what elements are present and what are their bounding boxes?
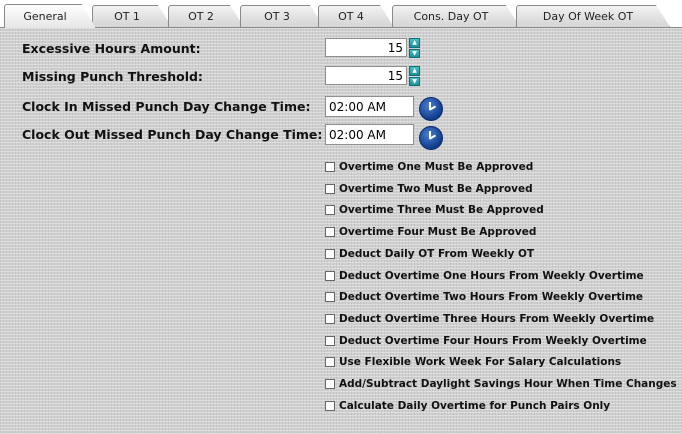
tab-cons-day-ot[interactable]: Cons. Day OT: [392, 5, 520, 27]
option-checkbox[interactable]: [325, 292, 335, 303]
missing-punch-input[interactable]: 15: [325, 66, 407, 85]
tab-ot1[interactable]: OT 1: [92, 5, 172, 27]
option-checkbox[interactable]: [325, 335, 335, 346]
option-label: Deduct Overtime Four Hours From Weekly O…: [339, 334, 647, 347]
option-label: Deduct Daily OT From Weekly OT: [339, 247, 535, 260]
clock-out-picker-icon[interactable]: [419, 126, 443, 150]
option-label: Use Flexible Work Week For Salary Calcul…: [339, 356, 622, 369]
option-label: Deduct Overtime Two Hours From Weekly Ov…: [339, 291, 644, 304]
option-label: Overtime One Must Be Approved: [339, 161, 534, 173]
tab-bar: General OT 1 OT 2 OT 3 OT 4 Cons. Day OT…: [0, 0, 682, 28]
option-row[interactable]: Deduct Overtime One Hours From Weekly Ov…: [325, 270, 644, 282]
option-row[interactable]: Use Flexible Work Week For Salary Calcul…: [325, 356, 621, 368]
option-row[interactable]: Deduct Daily OT From Weekly OT: [325, 248, 534, 260]
option-checkbox[interactable]: [325, 162, 335, 172]
spin-down-icon[interactable]: ▼: [409, 76, 420, 86]
tab-general[interactable]: General: [4, 4, 96, 28]
tab-day-of-week-ot[interactable]: Day Of Week OT: [516, 5, 670, 27]
tab-divider: [0, 27, 682, 28]
option-row[interactable]: Overtime Four Must Be Approved: [325, 226, 536, 238]
option-row[interactable]: Overtime Two Must Be Approved: [325, 183, 533, 195]
clock-out-change-label: Clock Out Missed Punch Day Change Time:: [22, 127, 323, 142]
option-label: Deduct Overtime Three Hours From Weekly …: [339, 312, 655, 325]
option-label: Add/Subtract Daylight Savings Hour When …: [339, 378, 677, 390]
option-label: Calculate Daily Overtime for Punch Pairs…: [339, 399, 611, 412]
option-checkbox[interactable]: [325, 227, 335, 238]
excessive-hours-label: Excessive Hours Amount:: [22, 41, 201, 56]
option-label: Overtime Two Must Be Approved: [339, 182, 533, 195]
excessive-hours-spinner[interactable]: ▲ ▼: [409, 38, 420, 58]
option-row[interactable]: Deduct Overtime Three Hours From Weekly …: [325, 313, 654, 325]
option-row[interactable]: Deduct Overtime Four Hours From Weekly O…: [325, 335, 647, 347]
option-checkbox[interactable]: [325, 400, 335, 411]
clock-in-change-label: Clock In Missed Punch Day Change Time:: [22, 99, 311, 114]
option-checkbox[interactable]: [325, 313, 335, 324]
option-checkbox[interactable]: [325, 248, 335, 259]
tab-ot2[interactable]: OT 2: [168, 5, 244, 27]
option-checkbox[interactable]: [325, 205, 335, 216]
option-row[interactable]: Overtime Three Must Be Approved: [325, 204, 544, 216]
option-checkbox[interactable]: [325, 379, 335, 389]
option-row[interactable]: Calculate Daily Overtime for Punch Pairs…: [325, 400, 610, 412]
excessive-hours-input[interactable]: 15: [325, 38, 407, 57]
option-row[interactable]: Overtime One Must Be Approved: [325, 161, 533, 173]
spin-down-icon[interactable]: ▼: [409, 48, 420, 58]
option-checkbox[interactable]: [325, 270, 335, 281]
option-row[interactable]: Deduct Overtime Two Hours From Weekly Ov…: [325, 291, 643, 303]
missing-punch-label: Missing Punch Threshold:: [22, 69, 203, 84]
option-row[interactable]: Add/Subtract Daylight Savings Hour When …: [325, 378, 677, 390]
option-label: Deduct Overtime One Hours From Weekly Ov…: [339, 269, 644, 282]
clock-in-picker-icon[interactable]: [419, 97, 443, 121]
spin-up-icon[interactable]: ▲: [409, 38, 420, 48]
option-checkbox[interactable]: [325, 357, 335, 368]
option-label: Overtime Four Must Be Approved: [339, 226, 537, 239]
clock-out-change-input[interactable]: 02:00 AM: [325, 124, 414, 145]
missing-punch-spinner[interactable]: ▲ ▼: [409, 66, 420, 86]
tab-ot4[interactable]: OT 4: [318, 5, 394, 27]
tab-ot3[interactable]: OT 3: [240, 5, 324, 27]
clock-in-change-input[interactable]: 02:00 AM: [325, 96, 414, 117]
spin-up-icon[interactable]: ▲: [409, 66, 420, 76]
option-label: Overtime Three Must Be Approved: [339, 204, 544, 217]
option-checkbox[interactable]: [325, 183, 335, 194]
